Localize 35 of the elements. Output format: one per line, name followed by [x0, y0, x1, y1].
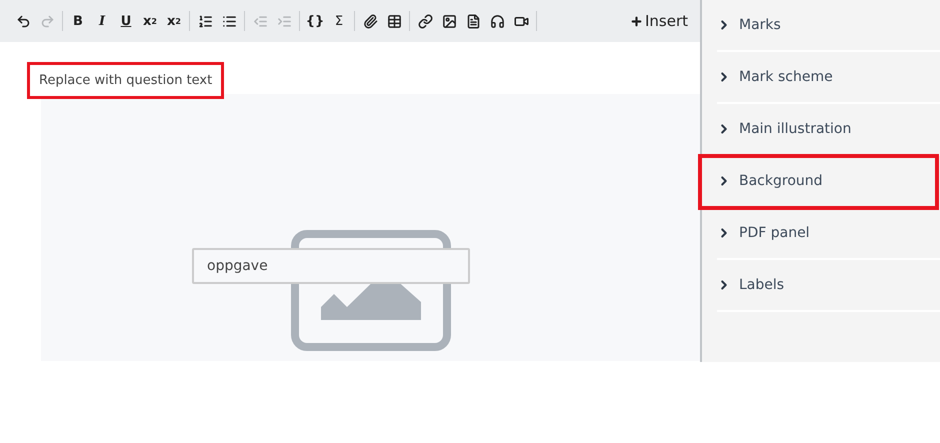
section-label: PDF panel [739, 225, 810, 241]
outdent-icon [252, 14, 268, 28]
sidebar-section[interactable]: Marks [717, 0, 940, 52]
numbered-list-icon [198, 14, 212, 28]
table-icon [386, 14, 402, 28]
redo-icon [40, 14, 54, 28]
format-button[interactable]: I [91, 9, 113, 33]
document-icon [466, 14, 480, 28]
indent-icon [276, 14, 292, 28]
section-label: Marks [739, 17, 781, 33]
format-button[interactable]: Σ [328, 9, 350, 33]
section-label: Main illustration [739, 121, 852, 137]
sidebar-section[interactable]: Mark scheme [717, 52, 940, 104]
caption-field[interactable]: oppgave [192, 248, 470, 284]
section-label: Labels [739, 277, 784, 293]
format-button[interactable]: x$^{2}$ [163, 9, 185, 33]
headphones-icon [490, 14, 504, 28]
format-button[interactable]: B [67, 9, 89, 33]
insert-button[interactable]: Insert [626, 10, 692, 32]
undo-icon [16, 14, 30, 28]
sidebar-section[interactable]: PDF panel [717, 208, 940, 260]
bullet-list-icon [222, 14, 236, 28]
image-icon [442, 14, 456, 28]
plus-icon [630, 14, 643, 28]
format-button[interactable]: U [115, 9, 137, 33]
image-placeholder-icon [290, 230, 450, 351]
section-label: Background [739, 173, 823, 189]
sidebar-section[interactable]: Main illustration [717, 104, 940, 156]
sidebar-section[interactable]: Background [700, 156, 937, 208]
question-text[interactable]: Replace with question text [27, 62, 224, 99]
format-button[interactable]: {} [304, 9, 326, 33]
paperclip-icon [362, 14, 378, 28]
link-icon [418, 14, 432, 28]
section-label: Mark scheme [739, 69, 833, 85]
sidebar-section[interactable]: Labels [717, 260, 940, 312]
